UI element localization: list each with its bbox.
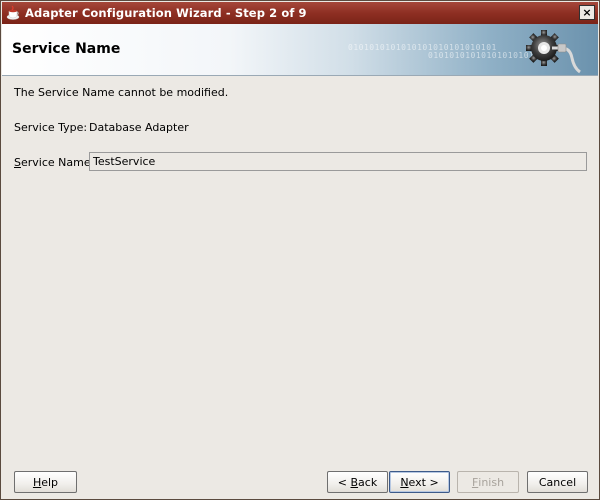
wizard-window: Adapter Configuration Wizard - Step 2 of… — [0, 0, 600, 500]
close-icon[interactable]: × — [579, 5, 595, 20]
wizard-content: The Service Name cannot be modified. Ser… — [2, 77, 598, 498]
help-mnemonic: H — [32, 475, 42, 489]
finish-label: inish — [478, 475, 505, 489]
service-type-value: Database Adapter — [89, 121, 189, 134]
help-label: elp — [41, 475, 59, 489]
banner-binary-decoration: 0101010101010101010101010101 01010101010… — [348, 44, 545, 60]
info-message: The Service Name cannot be modified. — [14, 86, 229, 99]
service-name-label-text: ervice Name: — [20, 156, 95, 169]
back-label: ack — [358, 475, 378, 489]
header-banner: Service Name 010101010101010101010101010… — [2, 24, 598, 76]
next-label: ext > — [408, 475, 439, 489]
help-button[interactable]: Help — [14, 471, 77, 493]
back-button[interactable]: < Back — [327, 471, 388, 493]
page-title: Service Name — [12, 41, 121, 57]
service-type-label: Service Type: — [14, 121, 88, 134]
gear-plug-icon — [526, 30, 581, 74]
title-bar[interactable]: Adapter Configuration Wizard - Step 2 of… — [2, 2, 598, 24]
service-name-mnemonic: S — [14, 156, 21, 169]
finish-button[interactable]: Finish — [457, 471, 519, 493]
service-name-label: Service Name: — [14, 156, 94, 169]
cancel-label: Cancel — [538, 475, 577, 489]
cancel-button[interactable]: Cancel — [527, 471, 588, 493]
back-mnemonic: B — [350, 475, 359, 489]
window-title: Adapter Configuration Wizard - Step 2 of… — [25, 6, 307, 20]
service-name-field[interactable]: TestService — [89, 152, 587, 171]
java-coffee-cup-icon — [5, 5, 21, 21]
back-arrow: < — [337, 475, 351, 489]
binary-line-2: 0101010101010101010101 — [428, 51, 545, 60]
next-mnemonic: N — [400, 475, 409, 489]
next-button[interactable]: Next > — [389, 471, 450, 493]
